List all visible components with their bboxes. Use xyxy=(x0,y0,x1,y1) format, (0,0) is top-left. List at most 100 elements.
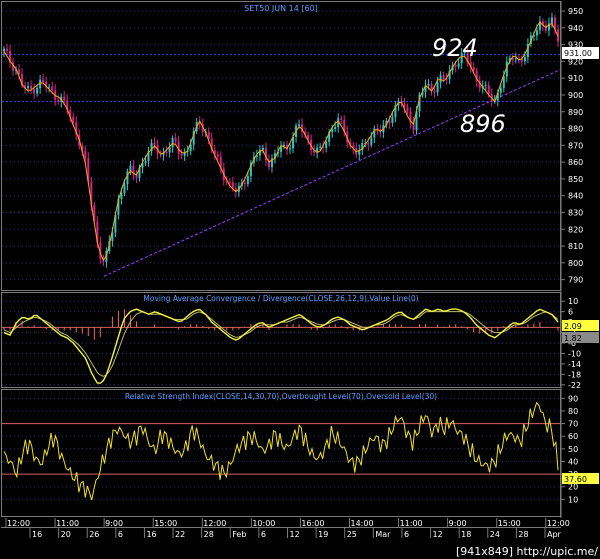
date-tick-label: Mar xyxy=(375,530,391,539)
macd-value-label: 2.09 xyxy=(564,322,582,331)
candle-body xyxy=(153,142,156,146)
candle-body xyxy=(48,86,51,88)
price-tick-label: 790 xyxy=(568,276,583,285)
date-tick-label: 16 xyxy=(146,530,156,539)
date-tick-label: 22 xyxy=(175,530,185,539)
rsi-value-badge: 37.60 xyxy=(562,473,599,484)
candle-body xyxy=(216,153,219,157)
price-panel-title: SET50 JUN 14 [60] xyxy=(244,4,318,13)
candle-body xyxy=(63,96,66,101)
rsi-tick-label: 90 xyxy=(568,394,578,403)
candle-body xyxy=(340,118,343,120)
macd-value-badge: 2.09 xyxy=(562,320,599,331)
time-tick-label: 15:00 xyxy=(498,519,521,528)
rsi-value-label: 37.60 xyxy=(564,475,587,484)
date-tick-label: 12 xyxy=(433,530,443,539)
macd-panel-title: Moving Average Convergence / Divergence(… xyxy=(143,294,418,303)
candle-body xyxy=(298,124,301,126)
price-tick-label: 840 xyxy=(568,192,583,201)
candle-body xyxy=(126,171,129,185)
candle-body xyxy=(180,153,183,156)
candle-body xyxy=(36,88,39,94)
time-tick-label: 12:00 xyxy=(7,519,30,528)
time-tick-label: 12:00 xyxy=(203,519,226,528)
time-tick-label: 14:00 xyxy=(350,519,373,528)
price-tick-label: 870 xyxy=(568,141,583,150)
candle-body xyxy=(243,182,246,185)
rsi-tick-label: 80 xyxy=(568,407,578,416)
annotation-924: 924 xyxy=(432,34,478,62)
date-tick-label: 19 xyxy=(318,530,328,539)
candle-body xyxy=(535,30,538,36)
candle-body xyxy=(499,87,502,93)
candle-body xyxy=(33,89,36,94)
date-tick-label: Apr xyxy=(547,530,562,539)
price-tick-label: 890 xyxy=(568,108,583,117)
candle-body xyxy=(27,86,30,89)
time-tick-label: 16:00 xyxy=(301,519,324,528)
rsi-panel-title: Relative Strength Index(CLOSE,14,30,70),… xyxy=(125,392,437,401)
price-tick-label: 820 xyxy=(568,225,583,234)
candle-body xyxy=(406,107,409,112)
candle-body xyxy=(174,137,177,142)
candle-body xyxy=(433,90,436,93)
candle-body xyxy=(436,82,439,93)
candle-body xyxy=(442,75,445,79)
candle-body xyxy=(454,65,457,67)
date-tick-label: 28 xyxy=(204,530,214,539)
candle-body xyxy=(457,63,460,67)
date-tick-label: 18 xyxy=(461,530,471,539)
candle-body xyxy=(30,86,33,90)
time-tick-label: 9:00 xyxy=(449,519,467,528)
date-tick-label: 25 xyxy=(347,530,357,539)
macd-signal-label: 1.82 xyxy=(564,334,582,343)
date-tick-label: 16 xyxy=(32,530,42,539)
price-tick-label: 910 xyxy=(568,74,583,83)
rsi-tick-label: 10 xyxy=(568,495,578,504)
annotation-896: 896 xyxy=(460,110,506,138)
candle-body xyxy=(18,69,21,74)
trading-chart: 790 800 810 820 830 840 850 860 870 880 890 900 910 9… xyxy=(0,0,600,559)
candle-body xyxy=(550,17,553,24)
time-tick-label: 9:00 xyxy=(105,519,123,528)
candle-body xyxy=(319,146,322,148)
macd-tick-label: -14 xyxy=(568,360,581,369)
watermark-text: [941x849] http://upic.me/ xyxy=(456,545,598,558)
price-tick-label: 830 xyxy=(568,208,583,217)
candle-body xyxy=(123,184,126,194)
candle-body xyxy=(261,147,264,150)
candle-body xyxy=(72,116,75,123)
macd-tick-label: -10 xyxy=(568,349,581,358)
rsi-tick-label: 20 xyxy=(568,483,578,492)
time-tick-label: 15:00 xyxy=(154,519,177,528)
candle-body xyxy=(427,84,430,86)
candle-body xyxy=(472,67,475,71)
candle-body xyxy=(51,86,54,91)
time-tick-label: 12:00 xyxy=(547,519,570,528)
price-tick-label: 800 xyxy=(568,259,583,268)
price-tick-label: 850 xyxy=(568,175,583,184)
candle-body xyxy=(228,181,231,183)
candle-body xyxy=(42,79,45,82)
price-last-badge: 931.00 xyxy=(562,47,599,59)
candle-body xyxy=(514,58,517,60)
macd-tick-label: 10 xyxy=(568,297,578,306)
candle-body xyxy=(367,143,370,145)
date-tick-label: 20 xyxy=(61,530,71,539)
candle-body xyxy=(246,176,249,185)
price-tick-label: 810 xyxy=(568,242,583,251)
date-tick-label: 12 xyxy=(290,530,300,539)
candle-body xyxy=(391,117,394,123)
date-tick-label: 24 xyxy=(490,530,500,539)
candle-body xyxy=(57,99,60,102)
rsi-tick-label: 70 xyxy=(568,420,578,429)
macd-signal-badge: 1.82 xyxy=(562,332,599,343)
candle-body xyxy=(334,127,337,130)
candle-body xyxy=(144,161,147,164)
candle-body xyxy=(484,85,487,87)
price-tick-label: 880 xyxy=(568,125,583,134)
price-tick-label: 900 xyxy=(568,91,583,100)
price-tick-label: 940 xyxy=(568,24,583,33)
macd-tick-label: -18 xyxy=(568,370,581,379)
date-tick-label: 6 xyxy=(404,530,409,539)
